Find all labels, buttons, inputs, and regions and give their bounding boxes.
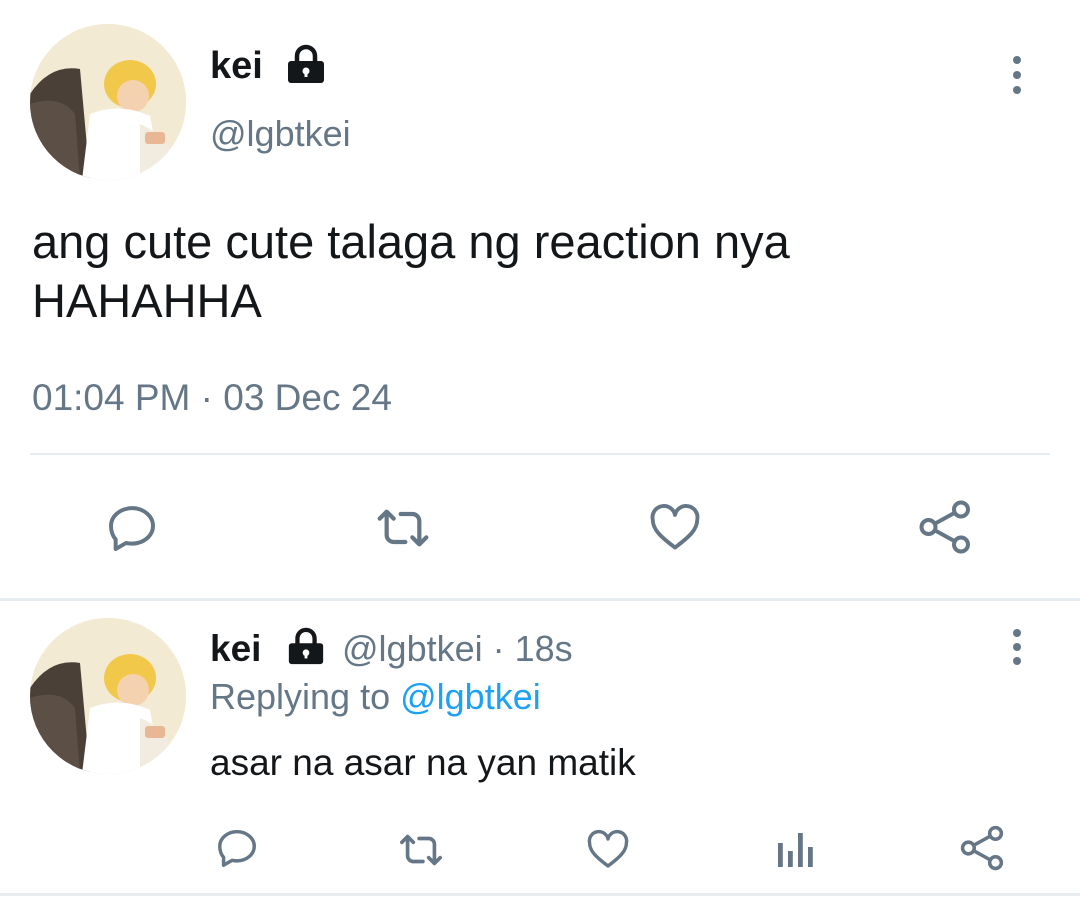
lock-icon (284, 44, 328, 86)
reply-icon[interactable] (104, 500, 160, 556)
analytics-icon[interactable] (776, 827, 816, 869)
reply-text: asar na asar na yan matik (210, 742, 636, 783)
reply-tweet[interactable]: kei @lgbtkei · 18s Replying to @lgbtkei … (0, 601, 1080, 897)
replying-to-mention[interactable]: @lgbtkei (400, 676, 541, 717)
reply-time: · 18s (482, 628, 573, 669)
more-options-icon[interactable] (1012, 629, 1022, 665)
author-handle[interactable]: @lgbtkei (342, 628, 483, 669)
like-icon[interactable] (584, 825, 632, 873)
author-name[interactable]: kei (210, 44, 263, 88)
tweet-text-line-1: ang cute cute talaga ng reaction nya (32, 215, 790, 268)
share-icon[interactable] (958, 823, 1008, 873)
tweet-text-line-2: HAHAHHA (32, 274, 262, 327)
reply-icon[interactable] (214, 825, 260, 871)
author-handle[interactable]: @lgbtkei (210, 112, 351, 156)
lock-icon (284, 627, 328, 667)
avatar[interactable] (30, 24, 186, 180)
share-icon[interactable] (916, 497, 976, 557)
replying-to-label: Replying to (210, 676, 401, 717)
avatar[interactable] (30, 618, 186, 774)
tweet-timestamp[interactable]: 01:04 PM · 03 Dec 24 (32, 376, 392, 420)
replying-to: Replying to @lgbtkei (210, 675, 541, 719)
retweet-icon[interactable] (370, 500, 436, 556)
like-icon[interactable] (646, 498, 704, 556)
more-options-icon[interactable] (1012, 56, 1022, 94)
main-tweet: kei @lgbtkei ang cute cute talaga ng rea… (0, 0, 1080, 600)
author-name[interactable]: kei (210, 627, 261, 671)
bottom-divider (0, 893, 1080, 896)
retweet-icon[interactable] (394, 827, 448, 873)
divider (30, 453, 1050, 455)
reply-header-meta: @lgbtkei · 18s (342, 627, 573, 671)
